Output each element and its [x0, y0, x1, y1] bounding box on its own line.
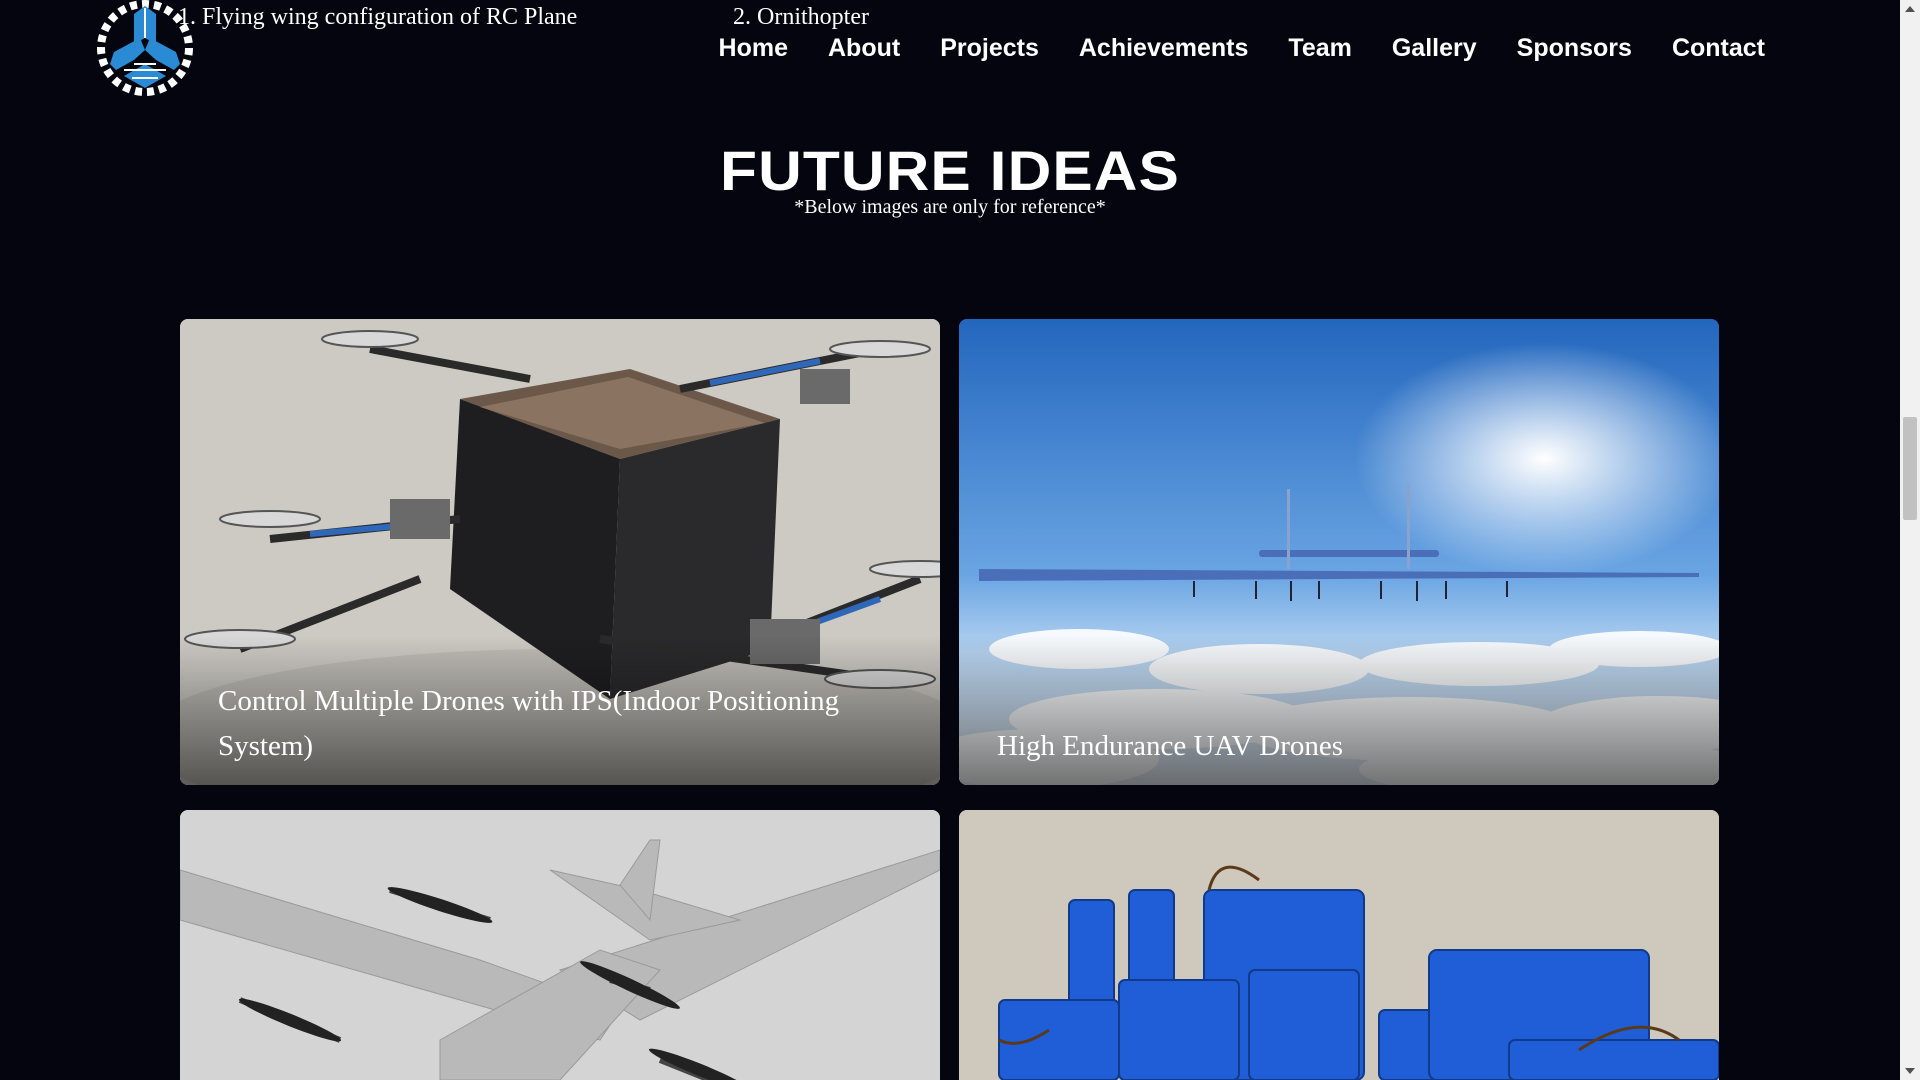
page-scrollbar[interactable]: [1900, 0, 1920, 1080]
section-subtitle: *Below images are only for reference*: [794, 196, 1106, 218]
nav-home[interactable]: Home: [699, 34, 808, 63]
page: 1. Flying wing configuration of RC Plane…: [0, 0, 1900, 1080]
nav-sponsors[interactable]: Sponsors: [1497, 34, 1652, 63]
idea-card-high-endurance-uav[interactable]: High Endurance UAV Drones: [959, 319, 1719, 785]
scroll-down-arrow-icon[interactable]: [1905, 1068, 1915, 1074]
vtol-fixed-wing-drone-image: [180, 810, 940, 1080]
scroll-up-arrow-icon[interactable]: [1905, 6, 1915, 12]
card-caption: High Endurance UAV Drones: [997, 730, 1344, 762]
section-title: FUTURE IDEAS: [720, 139, 1180, 202]
nav-team[interactable]: Team: [1268, 34, 1371, 63]
nav-gallery[interactable]: Gallery: [1372, 34, 1497, 63]
scroll-thumb[interactable]: [1903, 417, 1917, 520]
idea-card-vtol-drone[interactable]: [180, 810, 940, 1080]
nav-projects[interactable]: Projects: [920, 34, 1059, 63]
nav-contact[interactable]: Contact: [1652, 34, 1785, 63]
previous-project-item: 2. Ornithopter: [733, 4, 869, 30]
gear-wing-logo-icon[interactable]: [94, 0, 196, 96]
previous-project-item: 1. Flying wing configuration of RC Plane: [178, 4, 578, 30]
nav-about[interactable]: About: [808, 34, 920, 63]
blue-battery-packs-image: [959, 810, 1719, 1080]
card-caption: Control Multiple Drones with IPS(Indoor …: [218, 685, 840, 762]
idea-card-battery-packs[interactable]: [959, 810, 1719, 1080]
idea-card-ips-drones[interactable]: Control Multiple Drones with IPS(Indoor …: [180, 319, 940, 785]
main-nav: Home About Projects Achievements Team Ga…: [699, 34, 1785, 63]
nav-achievements[interactable]: Achievements: [1059, 34, 1269, 63]
